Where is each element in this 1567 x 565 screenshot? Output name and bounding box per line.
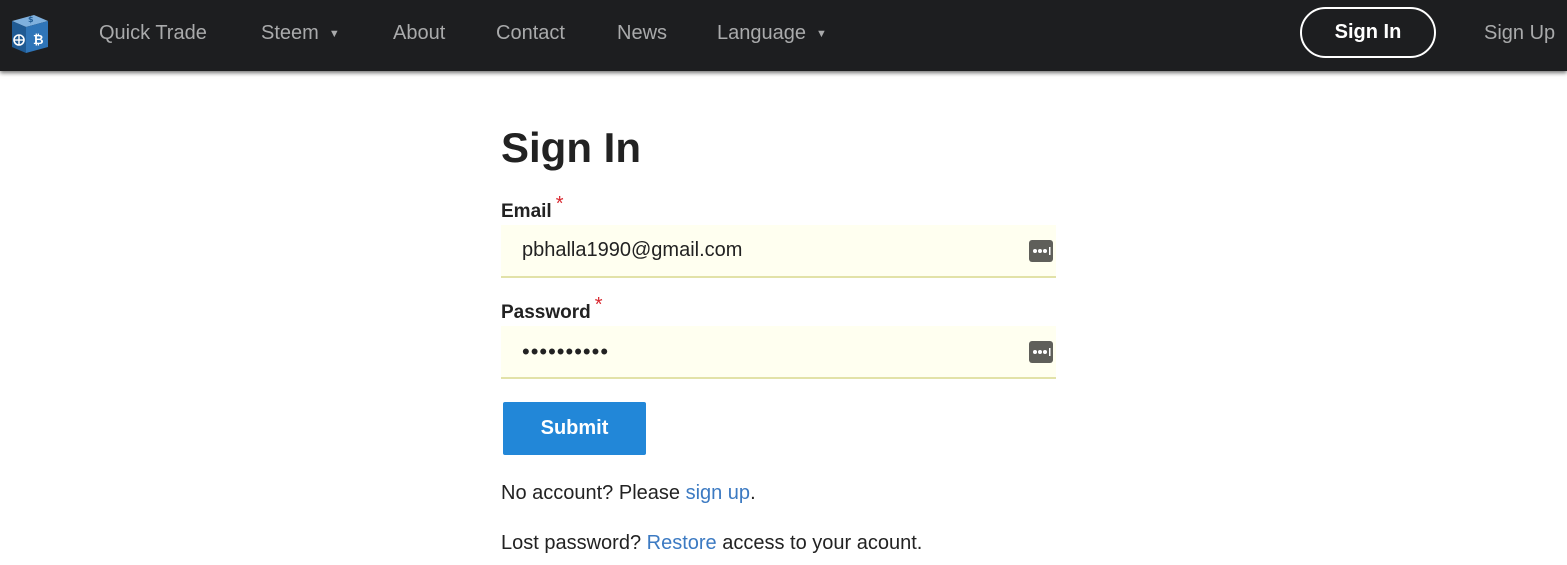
top-navbar: $ ₿ Quick Trade Steem ▼ About Contact New… xyxy=(0,0,1567,71)
nav-item-about[interactable]: About xyxy=(393,0,445,66)
email-label: Email * xyxy=(501,193,564,223)
required-marker: * xyxy=(555,193,564,215)
caret-down-icon: ▼ xyxy=(328,28,340,40)
sign-up-link[interactable]: sign up xyxy=(686,482,751,504)
email-field[interactable] xyxy=(501,225,1056,278)
caret-down-icon: ▼ xyxy=(815,28,827,40)
password-manager-icon[interactable] xyxy=(1029,341,1053,363)
nav-label: News xyxy=(617,22,668,44)
email-label-text: Email xyxy=(501,201,552,222)
restore-hint: Lost password? Restore access to your ac… xyxy=(501,532,922,555)
nav-sign-in-button[interactable]: Sign In xyxy=(1300,7,1436,58)
svg-text:$: $ xyxy=(28,15,34,24)
nav-item-news[interactable]: News xyxy=(617,0,667,66)
nav-item-steem[interactable]: Steem ▼ xyxy=(261,0,340,66)
nav-item-language[interactable]: Language ▼ xyxy=(717,0,827,66)
nav-label: About xyxy=(393,22,446,44)
password-label: Password * xyxy=(501,294,603,324)
nav-item-quick-trade[interactable]: Quick Trade xyxy=(99,0,207,66)
password-label-text: Password xyxy=(501,302,591,323)
nav-item-contact[interactable]: Contact xyxy=(496,0,565,66)
password-manager-icon[interactable] xyxy=(1029,240,1053,262)
password-field[interactable] xyxy=(501,326,1056,379)
restore-link[interactable]: Restore xyxy=(647,532,717,554)
nav-label: Steem xyxy=(261,22,319,44)
restore-hint-prefix: Lost password? xyxy=(501,532,647,554)
cube-logo-icon[interactable]: $ ₿ xyxy=(8,11,52,55)
nav-label: Language xyxy=(717,22,806,44)
nav-label: Contact xyxy=(496,22,565,44)
nav-sign-up-link[interactable]: Sign Up xyxy=(1484,0,1555,66)
signup-hint-prefix: No account? Please xyxy=(501,482,686,504)
submit-button[interactable]: Submit xyxy=(503,402,646,455)
restore-hint-suffix: access to your acount. xyxy=(716,532,923,554)
nav-label: Quick Trade xyxy=(99,22,207,44)
svg-text:₿: ₿ xyxy=(33,33,44,48)
signup-hint-suffix: . xyxy=(750,482,756,504)
signup-hint: No account? Please sign up. xyxy=(501,482,756,505)
required-marker: * xyxy=(594,294,603,316)
page-title: Sign In xyxy=(501,124,641,171)
